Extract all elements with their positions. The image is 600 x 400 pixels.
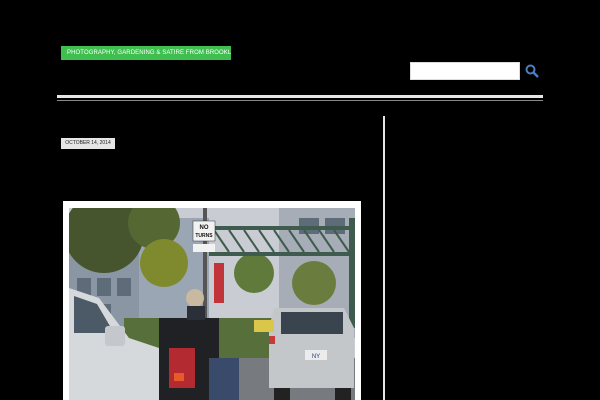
sidebar-divider (383, 116, 385, 400)
site-tagline: PHOTOGRAPHY, GARDENING & SATIRE FROM BRO… (61, 46, 231, 60)
license-plate: NY (312, 354, 320, 360)
header-divider (57, 95, 543, 98)
sign-text-turns: TURNS (195, 233, 213, 239)
post-meta: OCTOBER 14, 2014 (61, 138, 362, 149)
search-form (410, 62, 540, 82)
search-icon[interactable] (524, 63, 540, 79)
post-photo-frame: NO TURNS NY (63, 201, 361, 400)
search-input[interactable] (410, 62, 520, 80)
post-photo[interactable]: NO TURNS NY (69, 208, 355, 400)
header-divider-thin (57, 100, 543, 101)
sign-text-no: NO (200, 225, 209, 231)
post-date: OCTOBER 14, 2014 (61, 138, 115, 149)
